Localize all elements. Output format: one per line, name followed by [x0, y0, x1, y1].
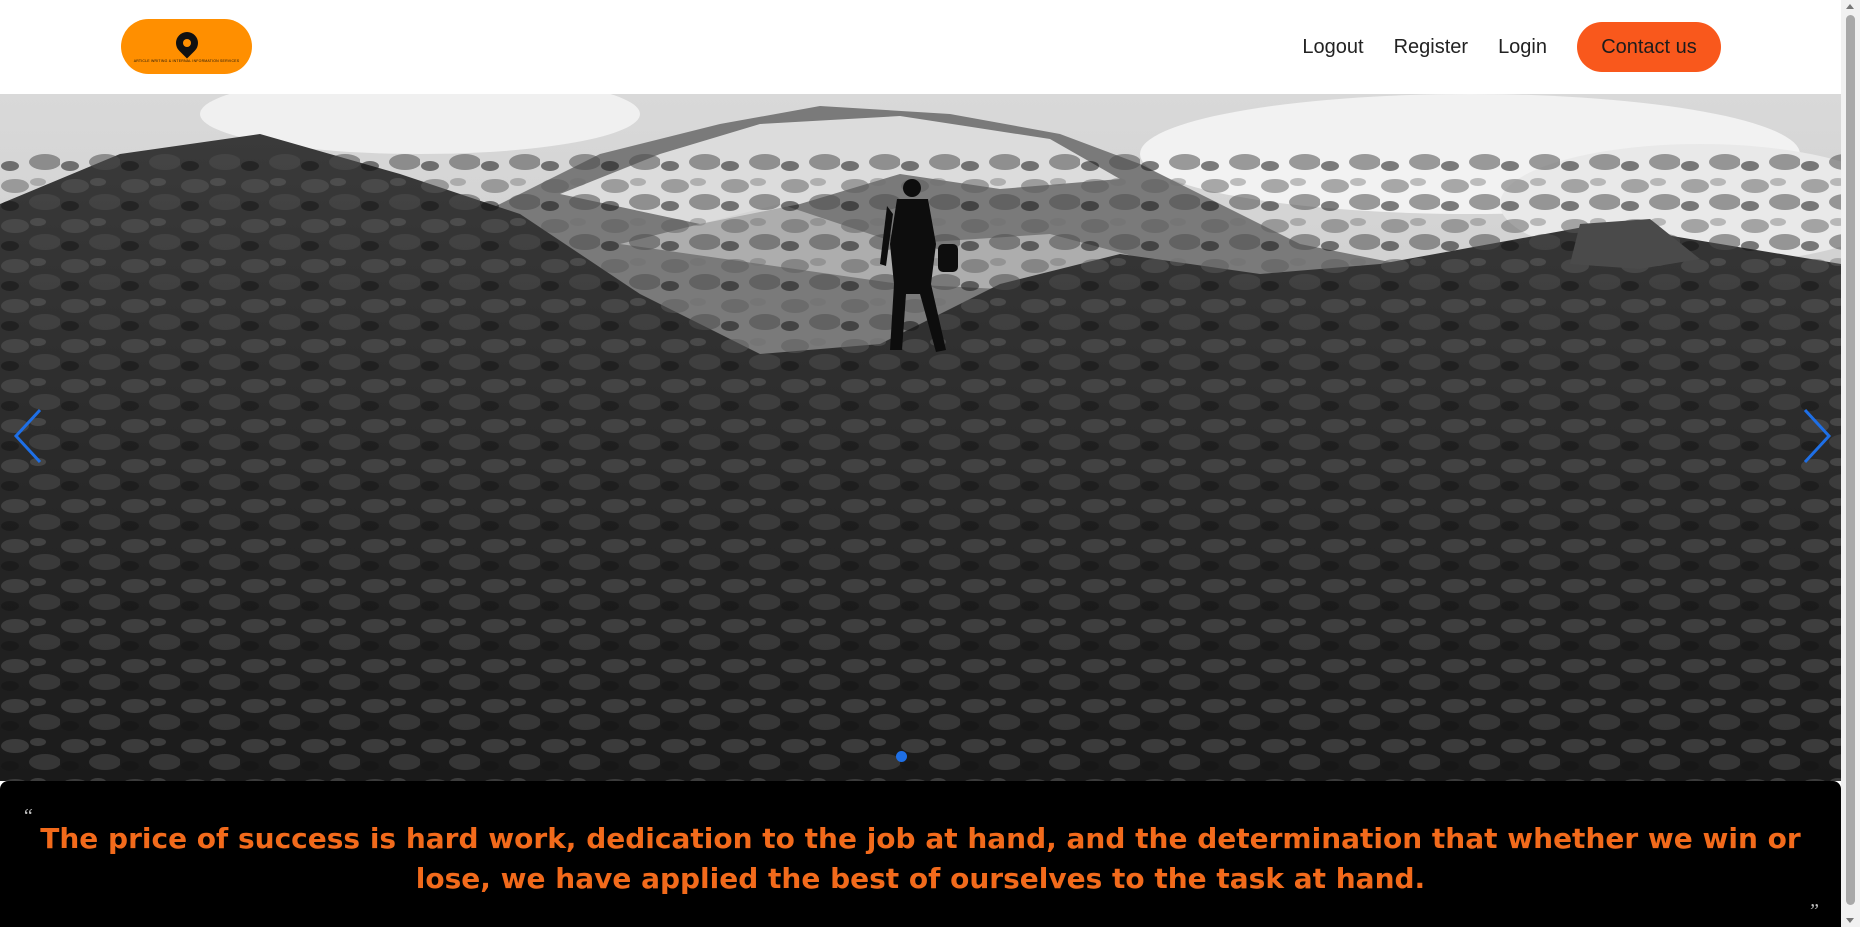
contact-us-button[interactable]: Contact us — [1577, 22, 1721, 72]
hero-carousel — [0, 94, 1841, 781]
logout-link[interactable]: Logout — [1302, 36, 1363, 59]
main-nav: Logout Register Login Contact us — [1302, 21, 1721, 73]
site-header: ARTICLE WRITING & INTERNAL INFORMATION S… — [0, 0, 1841, 94]
close-quote-mark: ” — [1807, 900, 1819, 922]
register-link[interactable]: Register — [1394, 36, 1468, 59]
scroll-down-arrow-icon[interactable] — [1846, 918, 1854, 923]
quote-banner: “ The price of success is hard work, ded… — [0, 781, 1841, 927]
carousel-next-button[interactable] — [1795, 406, 1835, 466]
scroll-up-arrow-icon[interactable] — [1846, 4, 1854, 9]
logo-tagline: ARTICLE WRITING & INTERNAL INFORMATION S… — [133, 59, 240, 63]
page-scrollbar[interactable] — [1841, 0, 1860, 927]
chevron-right-icon — [1803, 408, 1832, 464]
chevron-left-icon — [13, 408, 42, 464]
scrollbar-thumb[interactable] — [1846, 15, 1855, 905]
map-pin-icon — [170, 27, 203, 59]
login-link[interactable]: Login — [1498, 36, 1547, 59]
quote-text: The price of success is hard work, dedic… — [40, 822, 1801, 895]
site-logo[interactable]: ARTICLE WRITING & INTERNAL INFORMATION S… — [121, 19, 252, 74]
carousel-prev-button[interactable] — [10, 406, 50, 466]
carousel-indicator[interactable] — [896, 751, 907, 762]
hero-slide-image — [0, 94, 1841, 781]
